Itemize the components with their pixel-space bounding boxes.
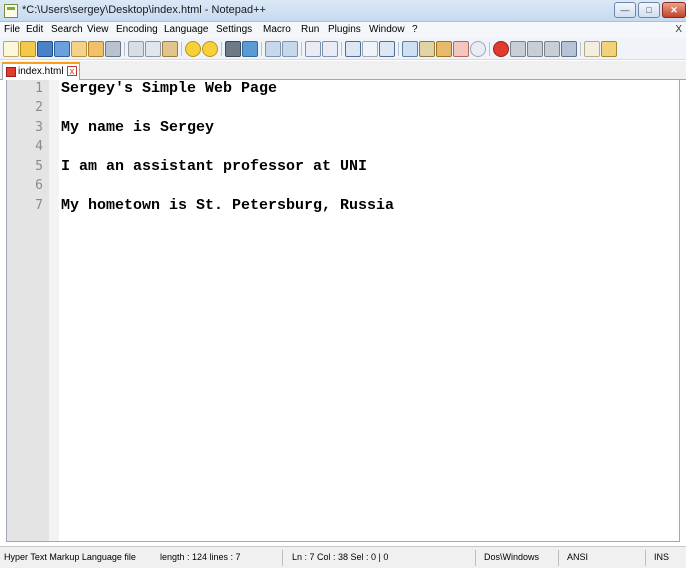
code-line: Sergey's Simple Web Page xyxy=(61,80,278,97)
find-icon[interactable] xyxy=(225,41,241,57)
toolbar-separator xyxy=(124,42,125,56)
toolbar xyxy=(0,38,686,60)
close-icon[interactable] xyxy=(71,41,87,57)
line-number: 2 xyxy=(35,100,43,115)
menu-language[interactable]: Language xyxy=(164,24,209,35)
toolbar-separator xyxy=(341,42,342,56)
toolbar-separator xyxy=(580,42,581,56)
function-list-icon[interactable] xyxy=(419,41,435,57)
spell-options-icon[interactable] xyxy=(601,41,617,57)
spell-check-icon[interactable] xyxy=(584,41,600,57)
eye-icon[interactable] xyxy=(470,41,486,57)
save-icon[interactable] xyxy=(37,41,53,57)
menu-view[interactable]: View xyxy=(87,24,109,35)
menu-macro[interactable]: Macro xyxy=(263,24,291,35)
line-number: 4 xyxy=(35,139,43,154)
status-length: length : 124 lines : 7 xyxy=(160,552,241,562)
cut-icon[interactable] xyxy=(128,41,144,57)
run-macro-multiple-icon[interactable] xyxy=(544,41,560,57)
tab-label: index.html xyxy=(18,66,64,77)
tab-close-button[interactable]: x xyxy=(67,66,77,76)
menu-window[interactable]: Window xyxy=(369,24,405,35)
line-number: 5 xyxy=(35,159,43,174)
status-divider xyxy=(558,550,559,566)
window-title: *C:\Users\sergey\Desktop\index.html - No… xyxy=(22,4,266,16)
menu-help[interactable]: ? xyxy=(412,24,418,35)
status-eol[interactable]: Dos\Windows xyxy=(484,552,539,566)
code-line: I am an assistant professor at UNI xyxy=(61,158,368,175)
code-line: My name is Sergey xyxy=(61,119,215,136)
tab-bar: index.html x xyxy=(0,61,686,80)
toolbar-separator xyxy=(398,42,399,56)
new-file-icon[interactable] xyxy=(3,41,19,57)
fold-margin[interactable] xyxy=(49,80,59,541)
line-number: 7 xyxy=(35,198,43,213)
line-number: 3 xyxy=(35,120,43,135)
save-all-icon[interactable] xyxy=(54,41,70,57)
menu-search[interactable]: Search xyxy=(51,24,83,35)
status-insert-mode[interactable]: INS xyxy=(654,552,669,566)
tab-index-html[interactable]: index.html x xyxy=(2,62,80,80)
undo-icon[interactable] xyxy=(185,41,201,57)
status-file-type: Hyper Text Markup Language file xyxy=(4,552,136,562)
monitoring-icon[interactable] xyxy=(453,41,469,57)
doc-map-icon[interactable] xyxy=(402,41,418,57)
line-number: 1 xyxy=(35,81,43,96)
close-all-icon[interactable] xyxy=(88,41,104,57)
paste-icon[interactable] xyxy=(162,41,178,57)
notepad-plus-plus-icon[interactable] xyxy=(4,4,18,18)
status-encoding[interactable]: ANSI xyxy=(567,552,588,566)
copy-icon[interactable] xyxy=(145,41,161,57)
menu-settings[interactable]: Settings xyxy=(216,24,252,35)
status-position: Ln : 7 Col : 38 Sel : 0 | 0 xyxy=(292,552,389,562)
menu-edit[interactable]: Edit xyxy=(26,24,43,35)
redo-icon[interactable] xyxy=(202,41,218,57)
indent-guide-icon[interactable] xyxy=(379,41,395,57)
editor-area[interactable]: 1 2 3 4 5 6 7 Sergey's Simple Web Page M… xyxy=(6,80,680,542)
toolbar-separator xyxy=(181,42,182,56)
menu-run[interactable]: Run xyxy=(301,24,319,35)
open-file-icon[interactable] xyxy=(20,41,36,57)
toolbar-separator xyxy=(261,42,262,56)
folder-workspace-icon[interactable] xyxy=(436,41,452,57)
minimize-button[interactable]: — xyxy=(614,2,636,18)
save-macro-icon[interactable] xyxy=(561,41,577,57)
toolbar-separator xyxy=(489,42,490,56)
print-icon[interactable] xyxy=(105,41,121,57)
close-window-button[interactable]: ✕ xyxy=(662,2,686,18)
show-all-chars-icon[interactable] xyxy=(362,41,378,57)
maximize-button[interactable]: □ xyxy=(638,2,660,18)
close-document-button[interactable]: X xyxy=(675,24,682,35)
sync-horizontal-icon[interactable] xyxy=(322,41,338,57)
status-divider xyxy=(282,550,283,566)
word-wrap-icon[interactable] xyxy=(345,41,361,57)
menu-encoding[interactable]: Encoding xyxy=(116,24,158,35)
menu-bar: File Edit Search View Encoding Language … xyxy=(0,22,686,38)
menu-file[interactable]: File xyxy=(4,24,20,35)
zoom-out-icon[interactable] xyxy=(282,41,298,57)
replace-icon[interactable] xyxy=(242,41,258,57)
status-bar: Hyper Text Markup Language file length :… xyxy=(0,546,686,568)
toolbar-separator xyxy=(301,42,302,56)
title-bar: *C:\Users\sergey\Desktop\index.html - No… xyxy=(0,0,686,22)
record-macro-icon[interactable] xyxy=(493,41,509,57)
play-macro-icon[interactable] xyxy=(527,41,543,57)
toolbar-separator xyxy=(221,42,222,56)
unsaved-file-icon xyxy=(6,67,16,77)
line-number-gutter: 1 2 3 4 5 6 7 xyxy=(7,80,49,541)
status-divider xyxy=(475,550,476,566)
menu-plugins[interactable]: Plugins xyxy=(328,24,361,35)
sync-vertical-icon[interactable] xyxy=(305,41,321,57)
code-line: My hometown is St. Petersburg, Russia xyxy=(61,197,395,214)
line-number: 6 xyxy=(35,178,43,193)
status-divider xyxy=(645,550,646,566)
stop-macro-icon[interactable] xyxy=(510,41,526,57)
zoom-in-icon[interactable] xyxy=(265,41,281,57)
